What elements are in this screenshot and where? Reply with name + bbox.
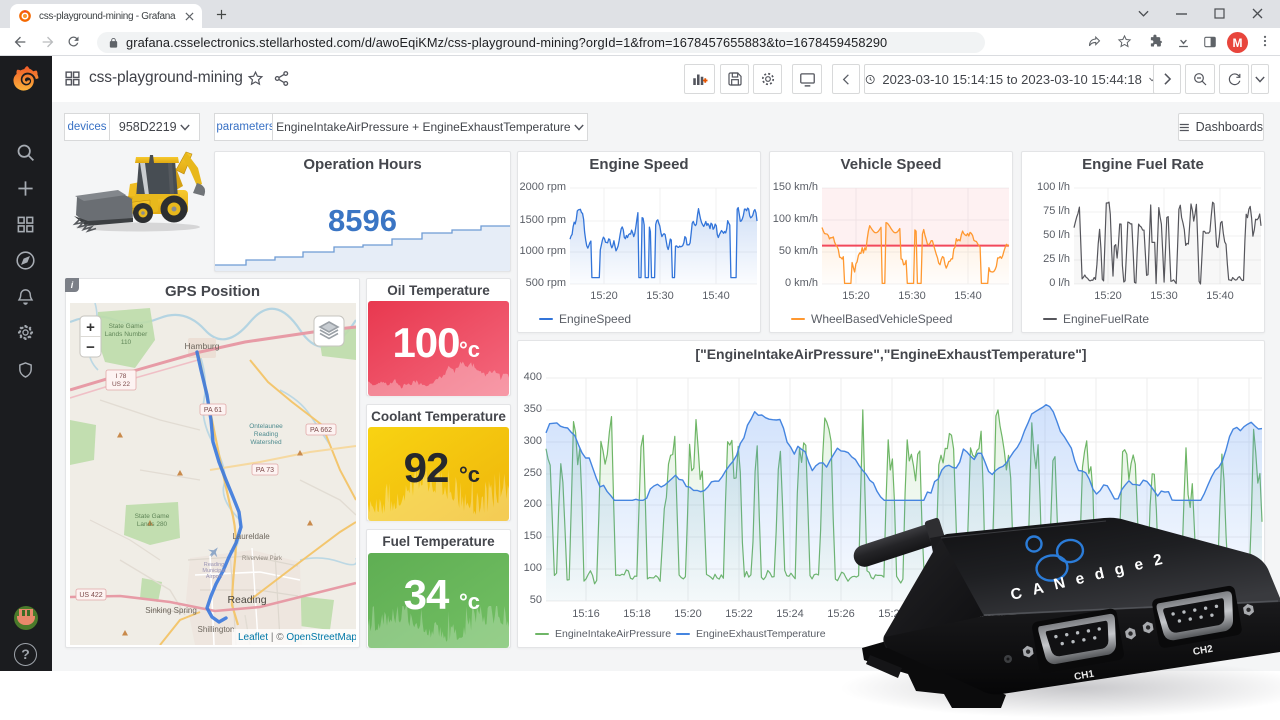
svg-text:PA 662: PA 662 xyxy=(310,427,332,434)
svg-text:Leaflet | © OpenStreetMap: Leaflet | © OpenStreetMap xyxy=(238,632,356,643)
svg-text:Reading: Reading xyxy=(254,431,279,438)
svg-text:Airport: Airport xyxy=(206,574,223,580)
svg-text:Shillington: Shillington xyxy=(198,625,235,634)
svg-text:State Game: State Game xyxy=(109,323,144,330)
svg-text:Lands Number: Lands Number xyxy=(105,331,148,338)
svg-text:Riverview Park: Riverview Park xyxy=(242,556,283,562)
svg-text:Hamburg: Hamburg xyxy=(185,341,220,351)
svg-text:US 422: US 422 xyxy=(79,592,102,599)
svg-text:Reading: Reading xyxy=(227,594,266,606)
svg-text:I 78: I 78 xyxy=(116,373,127,380)
svg-text:Ontelaunee: Ontelaunee xyxy=(249,423,283,430)
svg-text:Sinking Spring: Sinking Spring xyxy=(145,606,197,615)
svg-text:PA 61: PA 61 xyxy=(204,407,222,414)
svg-text:Lands 280: Lands 280 xyxy=(137,521,168,528)
svg-text:PA 73: PA 73 xyxy=(256,467,274,474)
svg-text:Laureldale: Laureldale xyxy=(232,532,270,541)
svg-text:110: 110 xyxy=(121,339,132,346)
svg-text:Watershed: Watershed xyxy=(250,439,282,446)
svg-text:−: − xyxy=(86,339,95,356)
svg-text:+: + xyxy=(86,319,95,336)
svg-text:US 22: US 22 xyxy=(112,381,130,388)
svg-text:State Game: State Game xyxy=(135,513,170,520)
